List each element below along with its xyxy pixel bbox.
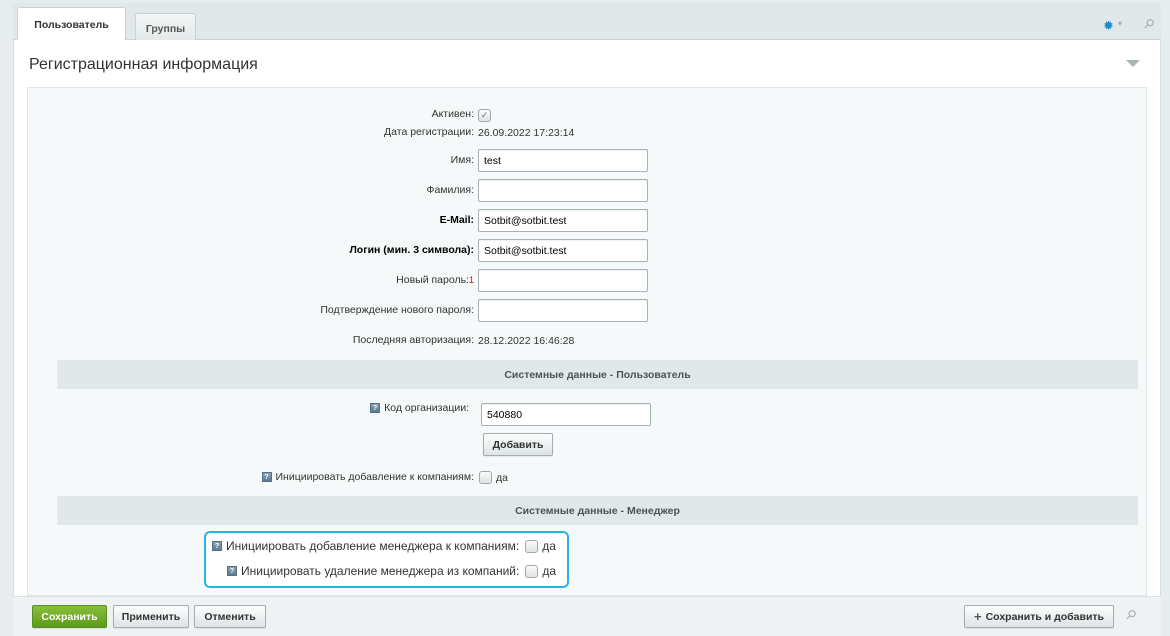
init-add-manager-checkbox[interactable] — [525, 539, 539, 553]
init-add-companies-option: да — [479, 471, 508, 484]
login-row: Логин (мин. 3 символа): — [28, 244, 474, 256]
tab-user-label: Пользователь — [34, 18, 109, 31]
tabs-bar: Пользователь Группы ✹ ▾ ⚲ — [13, 3, 1161, 41]
password-label: Новый пароль: — [396, 274, 469, 286]
plus-icon: + — [973, 609, 982, 624]
login-label: Логин (мин. 3 символа): — [349, 244, 474, 256]
surname-row: Фамилия: — [28, 184, 474, 196]
tab-user[interactable]: Пользователь — [17, 7, 126, 41]
active-row: Активен: — [28, 108, 474, 120]
init-add-companies-checkbox[interactable] — [479, 471, 492, 484]
save-and-add-label: Сохранить и добавить — [985, 610, 1105, 623]
add-button[interactable]: Добавить — [483, 433, 553, 456]
surname-input[interactable] — [478, 179, 648, 202]
section-user-title: Системные данные - Пользователь — [504, 368, 691, 381]
password-note: 1 — [468, 275, 474, 285]
last-auth-value: 28.12.2022 16:46:28 — [478, 335, 575, 347]
init-remove-manager-yes: да — [542, 564, 557, 578]
save-button[interactable]: Сохранить — [32, 605, 107, 628]
name-input[interactable] — [478, 149, 648, 172]
footer-bar: Сохранить Применить Отменить + Сохранить… — [13, 596, 1161, 636]
last-auth-label: Последняя авторизация: — [352, 334, 474, 346]
tab-groups[interactable]: Группы — [135, 13, 196, 40]
last-auth-row: Последняя авторизация: — [28, 334, 474, 346]
name-row: Имя: — [28, 154, 474, 166]
init-add-manager-label: Инициировать добавление менеджера к комп… — [226, 539, 520, 553]
form-body: Активен: ✓ Дата регистрации: 26.09.2022 … — [27, 87, 1147, 596]
help-icon[interactable]: ? — [212, 541, 222, 551]
org-code-input[interactable] — [481, 403, 651, 426]
help-icon[interactable]: ? — [370, 403, 381, 413]
reg-date-label: Дата регистрации: — [384, 126, 474, 138]
reg-date-row: Дата регистрации: — [28, 126, 474, 138]
surname-label: Фамилия: — [426, 184, 474, 196]
email-row: E-Mail: — [28, 214, 474, 226]
tab-groups-label: Группы — [145, 23, 186, 35]
init-add-manager-row: ? Инициировать добавление менеджера к ко… — [212, 539, 556, 553]
name-label: Имя: — [450, 154, 474, 166]
pin-icon[interactable]: ⚲ — [1122, 606, 1139, 624]
pin-icon[interactable]: ⚲ — [1140, 15, 1157, 33]
form-panel: Регистрационная информация Активен: ✓ Да… — [13, 40, 1161, 596]
check-icon: ✓ — [480, 110, 489, 120]
init-add-companies-label: Инициировать добавление к компаниям: — [275, 471, 475, 483]
gear-icon[interactable]: ✹ — [1103, 19, 1114, 32]
email-input[interactable] — [478, 209, 648, 232]
save-and-add-button[interactable]: + Сохранить и добавить — [964, 605, 1114, 628]
init-remove-manager-label: Инициировать удаление менеджера из компа… — [241, 564, 520, 578]
manager-options-highlight: ? Инициировать добавление менеджера к ко… — [204, 531, 569, 588]
password-row: Новый пароль: 1 — [28, 274, 474, 286]
init-add-companies-row: ? Инициировать добавление к компаниям: — [28, 471, 474, 483]
active-label: Активен: — [431, 108, 474, 120]
chevron-down-icon[interactable]: ▾ — [1118, 19, 1122, 28]
cancel-button[interactable]: Отменить — [194, 605, 266, 628]
confirm-password-input[interactable] — [478, 299, 648, 322]
email-label: E-Mail: — [439, 214, 474, 226]
section-manager-header: Системные данные - Менеджер — [57, 496, 1138, 525]
apply-button[interactable]: Применить — [113, 605, 189, 628]
help-icon[interactable]: ? — [227, 566, 237, 576]
login-input[interactable] — [478, 239, 648, 262]
active-checkbox[interactable]: ✓ — [478, 109, 491, 122]
panel-title: Регистрационная информация — [29, 56, 258, 73]
reg-date-value: 26.09.2022 17:23:14 — [478, 127, 575, 139]
init-add-manager-yes: да — [542, 539, 556, 553]
init-add-companies-yes: да — [496, 471, 508, 484]
init-remove-manager-checkbox[interactable] — [525, 564, 539, 578]
init-remove-manager-row: ? Инициировать удаление менеджера из ком… — [227, 564, 556, 578]
section-user-header: Системные данные - Пользователь — [57, 360, 1138, 389]
collapse-icon[interactable] — [1126, 60, 1140, 67]
password-input[interactable] — [478, 269, 648, 292]
confirm-password-label: Подтверждение нового пароля: — [320, 304, 474, 316]
org-code-label: Код организации: — [384, 402, 469, 414]
org-code-row: ? Код организации: — [28, 402, 469, 414]
confirm-password-row: Подтверждение нового пароля: — [28, 304, 474, 316]
help-icon[interactable]: ? — [261, 472, 272, 482]
section-manager-title: Системные данные - Менеджер — [515, 504, 680, 517]
